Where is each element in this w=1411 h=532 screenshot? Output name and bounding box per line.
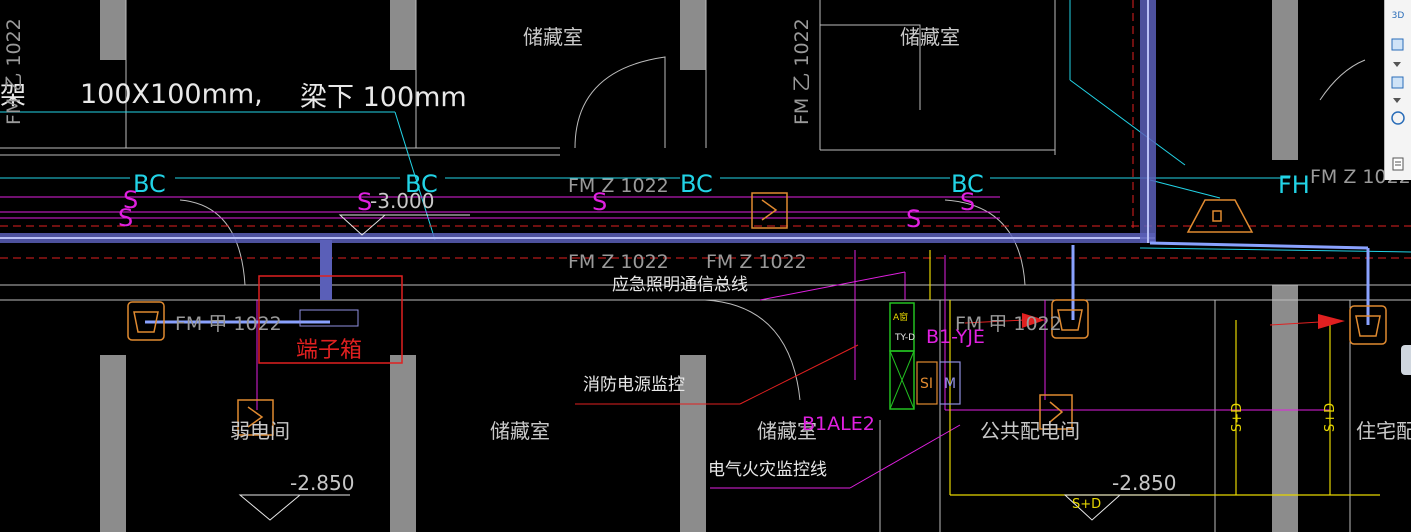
terminal-box-label: 端子箱	[296, 338, 362, 363]
bc-label: BC	[680, 170, 713, 198]
emergency-bus-label: 应急照明通信总线	[612, 275, 748, 295]
beam-note: 梁下 100mm	[300, 82, 467, 113]
m-label: M	[944, 376, 956, 392]
fire-power-monitor-label: 消防电源监控	[583, 375, 685, 395]
red-arrow-2	[1318, 314, 1345, 329]
si-label: SI	[920, 376, 933, 392]
panel-a[interactable]	[889, 302, 915, 352]
door-label: FM 甲 1022	[175, 313, 282, 335]
s-label: S	[118, 204, 133, 232]
column	[390, 0, 416, 70]
room-label: 储藏室	[900, 25, 960, 49]
panel-code-label: B1ALE2	[802, 413, 875, 435]
sd-label: S+D	[1230, 403, 1245, 432]
sd-label: S+D	[1072, 497, 1101, 512]
size-note: 100X100mm,	[80, 79, 263, 110]
panel-ty-label: TY-D	[894, 333, 915, 343]
column	[680, 0, 706, 70]
door-label: FM Z 1022	[706, 251, 807, 273]
zigzag-icon	[761, 199, 778, 221]
layer-properties-button[interactable]	[1388, 154, 1408, 174]
column	[100, 355, 126, 532]
rotate-button[interactable]	[1388, 108, 1408, 128]
side-panel-tab[interactable]	[1401, 345, 1411, 375]
column	[1272, 0, 1298, 160]
walls	[100, 0, 1298, 532]
room-label: 住宅配电	[1356, 419, 1411, 443]
s-label: S	[906, 205, 921, 233]
level-label: -2.850	[290, 471, 354, 495]
s-label: S	[960, 188, 975, 216]
door-label: FM 乙 1022	[3, 18, 25, 125]
document-icon	[1392, 157, 1404, 171]
view-3d-button[interactable]: 3D	[1388, 6, 1408, 26]
electric-fire-monitor-label: 电气火灾监控线	[708, 460, 827, 480]
fh-label: FH	[1278, 171, 1310, 199]
junction-boxes	[127, 192, 1387, 436]
chevron-down-icon[interactable]	[1393, 62, 1401, 67]
column	[100, 0, 126, 60]
rotate-icon	[1391, 111, 1405, 125]
room-label: 弱电间	[230, 419, 290, 443]
level-label: -2.850	[1112, 471, 1176, 495]
cube-icon	[1391, 38, 1404, 51]
terminal-box-device	[299, 309, 359, 327]
door-label: FM Z 1022	[568, 175, 669, 197]
panel-a-label: A窗	[893, 311, 908, 323]
sd-label: S+D	[1323, 403, 1338, 432]
speaker-icon	[1186, 199, 1254, 233]
room-label: 储藏室	[523, 25, 583, 49]
view-toolbar: 3D	[1384, 0, 1411, 180]
door-label: FM 乙 1022	[791, 18, 813, 125]
yellow-wiring	[929, 250, 1380, 496]
bc-label: BC	[405, 170, 438, 198]
door-label: FM Z 1022	[568, 251, 669, 273]
s-label: S	[357, 188, 372, 216]
chevron-down-icon[interactable]	[1393, 98, 1401, 103]
panel-code-label: B1-YJE	[926, 326, 985, 348]
view-3d-label: 3D	[1391, 11, 1405, 21]
cube-view-button[interactable]	[1388, 34, 1408, 54]
cube-view2-button[interactable]	[1388, 72, 1408, 92]
cad-drawing-canvas[interactable]: 储藏室 储藏室 储藏室 储藏室 弱电间 公共配电间 住宅配电 架 100X100…	[0, 0, 1411, 532]
sd-labels: S+D S+D S+D	[1072, 403, 1338, 512]
room-label: 储藏室	[490, 419, 550, 443]
column	[390, 355, 416, 532]
cube-icon	[1391, 76, 1404, 89]
room-label: 公共配电间	[980, 419, 1080, 443]
junction-box-icon	[751, 192, 788, 229]
